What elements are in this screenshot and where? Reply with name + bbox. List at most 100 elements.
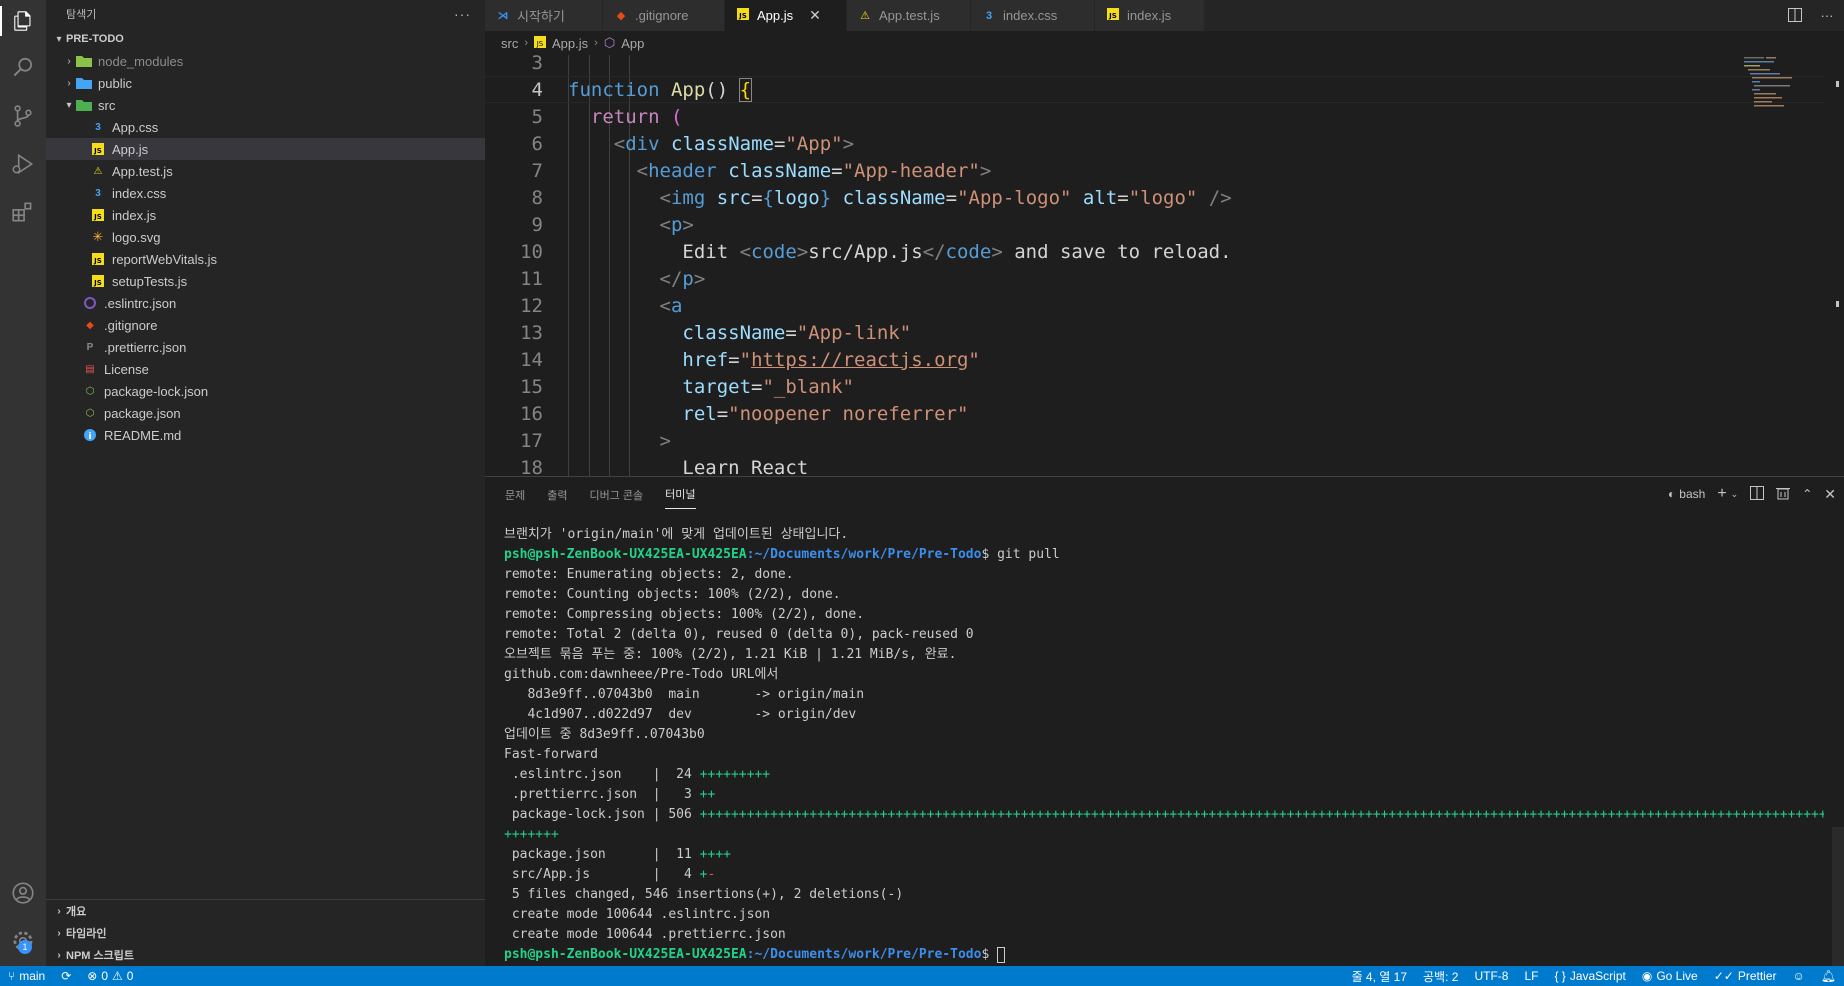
tree-item-src[interactable]: ▾ src	[46, 94, 485, 116]
breadcrumb-symbol[interactable]: App	[621, 36, 644, 51]
tab-output[interactable]: 출력	[547, 481, 567, 509]
chevron-right-icon: ›	[57, 927, 61, 939]
problems-status[interactable]: ⊗ 0 ⚠ 0	[79, 966, 141, 986]
tab-gitignore[interactable]: ◆ .gitignore	[603, 0, 725, 31]
tab-terminal[interactable]: 터미널	[665, 480, 696, 509]
tree-item-label: public	[98, 75, 132, 91]
code-token: >	[659, 429, 671, 452]
tab-label: index.js	[1127, 8, 1172, 23]
end-of-line[interactable]: LF	[1516, 966, 1546, 986]
tree-item-index-js[interactable]: JS index.js	[46, 204, 485, 226]
source-control-icon[interactable]	[8, 101, 38, 131]
tab-index-js[interactable]: JS index.js	[1095, 0, 1205, 31]
line-number: 5	[531, 105, 543, 128]
terminal[interactable]: 브랜치가 'origin/main'에 맞게 업데이트된 상태입니다. psh@…	[504, 525, 1824, 965]
tree-item-label: package-lock.json	[104, 383, 209, 399]
tab-problems[interactable]: 문제	[505, 481, 525, 509]
language-mode[interactable]: { } JavaScript	[1546, 966, 1633, 986]
tree-item-logo-svg[interactable]: ✳ logo.svg	[46, 226, 485, 248]
more-actions-icon[interactable]: ···	[1818, 6, 1836, 24]
tree-item-package-json[interactable]: ⬡ package.json	[46, 402, 485, 424]
editor-scrollbar[interactable]	[1830, 55, 1844, 476]
go-live-button[interactable]: ◉ Go Live	[1634, 966, 1706, 986]
more-actions-icon[interactable]: ···	[454, 6, 471, 22]
breadcrumb-file[interactable]: App.js	[552, 36, 588, 51]
diffstat-plus: ++++++++++++++++++++++++++++++++++++++++…	[699, 807, 1824, 822]
git-file-icon: ◆	[86, 319, 94, 331]
terminal-shell-select[interactable]: ◐ bash	[1668, 487, 1705, 501]
tree-item-package-lock[interactable]: ⬡ package-lock.json	[46, 380, 485, 402]
tree-item-app-css[interactable]: 3 App.css	[46, 116, 485, 138]
tree-item-label: App.test.js	[112, 163, 173, 179]
trash-icon[interactable]	[1776, 486, 1791, 503]
tree-item-label: reportWebVitals.js	[112, 251, 218, 267]
feedback-button[interactable]: ☺	[1785, 966, 1813, 986]
tab-app-js[interactable]: JS App.js ✕	[725, 0, 847, 31]
tree-item-readme[interactable]: i README.md	[46, 424, 485, 446]
sync-status[interactable]: ⟳	[53, 966, 79, 986]
terminal-line: 오브젝트 묶음 푸는 중: 100% (2/2), 1.21 KiB | 1.2…	[504, 647, 957, 662]
code-token: src	[716, 186, 752, 209]
terminal-scrollbar[interactable]	[1832, 827, 1844, 967]
css-icon: 3	[985, 9, 993, 22]
minimap[interactable]	[1740, 55, 1830, 476]
tab-app-test-js[interactable]: ⚠ App.test.js	[847, 0, 971, 31]
run-debug-icon[interactable]	[8, 149, 38, 179]
tree-item-gitignore[interactable]: ◆ .gitignore	[46, 314, 485, 336]
line-number: 12	[520, 294, 543, 317]
bell-icon: 🔔︎	[1820, 969, 1836, 983]
chevron-up-icon[interactable]: ⌃	[1802, 487, 1812, 501]
panel-tabs: 문제 출력 디버그 콘솔 터미널	[485, 477, 1844, 512]
tab-getting-started[interactable]: ⋊ 시작하기	[485, 0, 603, 31]
close-icon[interactable]: ✕	[1824, 486, 1836, 503]
outline-section-header[interactable]: › 개요	[46, 900, 485, 922]
tab-debug-console[interactable]: 디버그 콘솔	[590, 481, 644, 509]
notifications-button[interactable]: 🔔︎	[1813, 966, 1844, 986]
search-icon[interactable]	[8, 53, 38, 83]
line-number: 8	[531, 186, 543, 209]
close-icon[interactable]: ✕	[809, 7, 821, 24]
code-editor[interactable]: 3 4 function App() { 5 return ( 6 <div c…	[485, 55, 1844, 476]
tree-item-index-css[interactable]: 3 index.css	[46, 182, 485, 204]
code-token: className	[682, 321, 786, 344]
tree-item-license[interactable]: ▤ License	[46, 358, 485, 380]
breadcrumb-folder[interactable]: src	[501, 36, 518, 51]
svg-text:i: i	[88, 432, 91, 441]
code-link[interactable]: https://reactjs.org	[751, 349, 968, 371]
css-file-icon: 3	[95, 121, 101, 133]
tree-item-node-modules[interactable]: › node_modules	[46, 50, 485, 72]
encoding[interactable]: UTF-8	[1466, 966, 1516, 986]
tree-item-public[interactable]: › public	[46, 72, 485, 94]
code-token: rel	[682, 402, 717, 425]
cursor-position[interactable]: 줄 4, 열 17	[1344, 966, 1415, 986]
folder-root-header[interactable]: ▾ PRE-TODO	[46, 28, 485, 50]
explorer-icon[interactable]	[0, 6, 46, 36]
code-line: 18 Learn React	[485, 454, 1825, 477]
extensions-icon[interactable]	[8, 197, 38, 227]
split-editor-icon[interactable]	[1786, 6, 1804, 24]
tree-item-label: index.js	[112, 207, 157, 223]
tree-item-app-js[interactable]: JS App.js	[46, 138, 485, 160]
tab-index-css[interactable]: 3 index.css	[971, 0, 1095, 31]
branch-status[interactable]: ⑂ main	[0, 966, 53, 986]
tree-item-prettierrc[interactable]: P .prettierrc.json	[46, 336, 485, 358]
bottom-panel: 문제 출력 디버그 콘솔 터미널 ◐ bash + ⌄ ⌃ ✕ 브랜치가 'or…	[485, 476, 1844, 967]
accounts-icon[interactable]	[8, 878, 38, 908]
prettier-status[interactable]: ✓✓ Prettier	[1706, 966, 1785, 986]
tree-item-app-test-js[interactable]: ⚠ App.test.js	[46, 160, 485, 182]
npm-scripts-section-header[interactable]: › NPM 스크립트	[46, 944, 485, 966]
tree-item-label: README.md	[104, 427, 182, 443]
tree-item-setup-tests[interactable]: JS setupTests.js	[46, 270, 485, 292]
svg-file-icon: ✳	[92, 229, 104, 244]
status-bar-right: 줄 4, 열 17 공백: 2 UTF-8 LF { } JavaScript …	[1344, 966, 1844, 986]
tab-label: .gitignore	[635, 8, 689, 23]
timeline-section-header[interactable]: › 타임라인	[46, 922, 485, 944]
code-token: ()	[705, 78, 740, 101]
tree-item-eslintrc[interactable]: .eslintrc.json	[46, 292, 485, 314]
tree-item-report-web-vitals[interactable]: JS reportWebVitals.js	[46, 248, 485, 270]
indentation[interactable]: 공백: 2	[1415, 966, 1466, 986]
manage-gear-icon[interactable]: 1	[8, 926, 38, 956]
split-terminal-icon[interactable]	[1750, 485, 1765, 503]
new-terminal-button[interactable]: + ⌄	[1717, 485, 1738, 503]
test-file-icon: ⚠	[93, 165, 103, 177]
